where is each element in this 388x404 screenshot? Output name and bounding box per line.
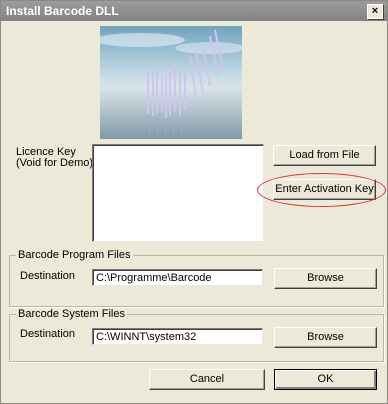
load-from-file-button[interactable]: Load from File	[273, 145, 376, 166]
close-button[interactable]: ×	[367, 4, 383, 19]
program-destination-input[interactable]: C:\Programme\Barcode	[92, 269, 263, 286]
program-destination-label: Destination	[20, 270, 76, 282]
system-browse-button[interactable]: Browse	[274, 327, 377, 348]
title-bar[interactable]: Install Barcode DLL ×	[1, 1, 387, 21]
licence-key-input[interactable]	[92, 144, 264, 242]
ok-button[interactable]: OK	[274, 369, 377, 390]
install-dialog: Install Barcode DLL × Licence Key (Void …	[0, 0, 388, 404]
highlight-circle	[257, 173, 386, 207]
program-browse-button[interactable]: Browse	[274, 268, 377, 289]
system-destination-input[interactable]: C:\WINNT\system32	[92, 328, 263, 345]
window-title: Install Barcode DLL	[6, 4, 119, 18]
program-files-title: Barcode Program Files	[16, 249, 133, 261]
licence-key-sublabel: (Void for Demo)	[16, 157, 94, 169]
system-files-title: Barcode System Files	[16, 308, 127, 320]
barcode-banner-image	[100, 26, 242, 139]
system-destination-label: Destination	[20, 328, 76, 340]
cancel-button[interactable]: Cancel	[149, 369, 265, 390]
